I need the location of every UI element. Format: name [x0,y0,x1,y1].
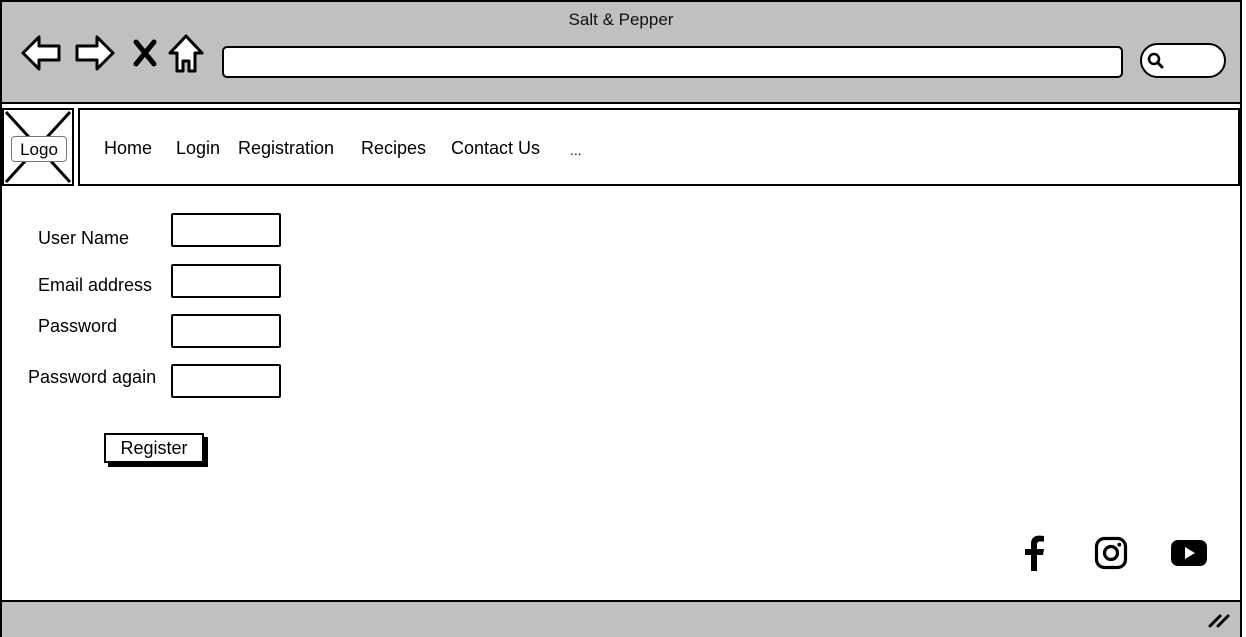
address-bar[interactable] [222,46,1123,78]
resize-grip-icon[interactable] [1208,612,1230,633]
menu-item-more[interactable]: ... [570,142,582,158]
menu-item-login[interactable]: Login [176,138,220,159]
youtube-icon[interactable] [1170,539,1208,572]
menu-item-contact-us[interactable]: Contact Us [451,138,540,159]
browser-window: Salt & Pepper Logo Home Login Registrati… [0,0,1242,637]
password-again-label: Password again [28,367,157,387]
register-button[interactable]: Register [104,433,204,463]
stop-x-icon[interactable] [132,39,158,72]
logo-label: Logo [11,136,67,162]
username-label: User Name [38,228,130,248]
back-arrow-icon[interactable] [20,33,62,78]
browser-search-box[interactable] [1140,43,1226,78]
menu-item-registration[interactable]: Registration [238,138,334,159]
browser-chrome: Salt & Pepper [2,2,1240,104]
forward-arrow-icon[interactable] [74,33,116,78]
navigation-menu: Home Login Registration Recipes Contact … [78,108,1240,186]
status-bar [2,600,1240,637]
username-input[interactable] [171,213,281,247]
facebook-icon[interactable] [1020,534,1048,577]
password-label: Password [38,316,118,336]
home-icon[interactable] [167,33,205,80]
menu-item-home[interactable]: Home [104,138,152,159]
window-title: Salt & Pepper [568,10,674,29]
password-input[interactable] [171,314,281,348]
menu-item-recipes[interactable]: Recipes [361,138,426,159]
password-again-input[interactable] [171,364,281,398]
email-input[interactable] [171,264,281,298]
logo-placeholder: Logo [2,108,74,186]
instagram-icon[interactable] [1094,536,1128,575]
email-label: Email address [38,275,153,295]
